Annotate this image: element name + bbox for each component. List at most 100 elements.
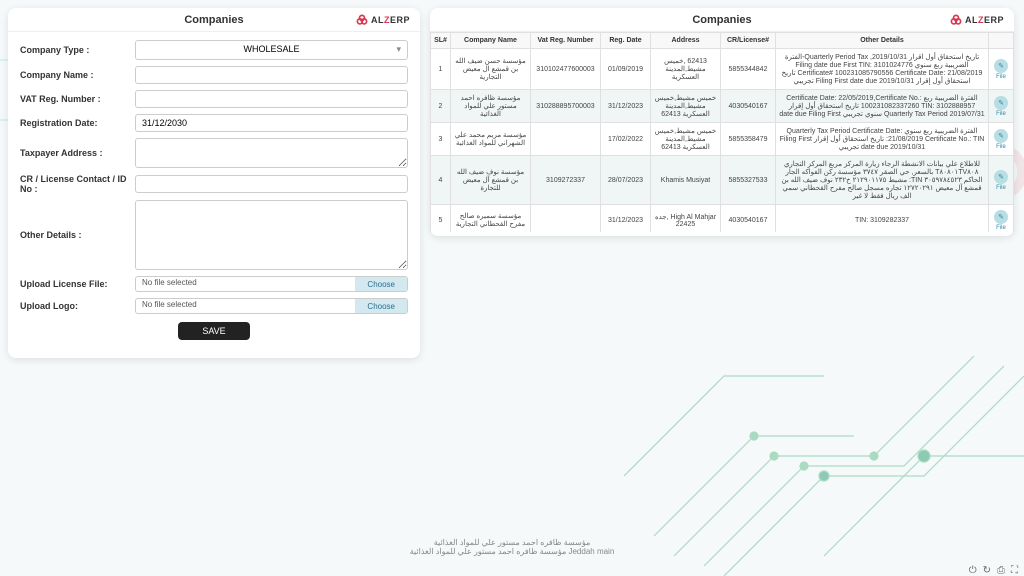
cell-cr: 4030540167 xyxy=(721,205,776,233)
cell-vat xyxy=(531,123,601,156)
save-button[interactable]: SAVE xyxy=(178,322,249,340)
footer: مؤسسة ظافره احمد مستور علي للمواد الغذائ… xyxy=(0,538,1024,556)
cell-vat xyxy=(531,205,601,233)
companies-form-panel: Companies ALZERP Company Type : WHOLESAL… xyxy=(8,8,420,358)
cell-addr: Khamis Musiyat xyxy=(651,156,721,205)
cell-actions: ✎File xyxy=(989,156,1014,205)
status-bar: ⏻ ↻ ⎙ ⛶ xyxy=(969,565,1018,576)
cell-vat: 310102477600003 xyxy=(531,49,601,90)
cr-license-label: CR / License Contact / ID No : xyxy=(20,174,135,194)
cr-license-input[interactable] xyxy=(135,175,408,193)
th-reg: Reg. Date xyxy=(601,33,651,49)
registration-date-label: Registration Date: xyxy=(20,118,135,128)
cell-other: TIN: 3109282337 xyxy=(776,205,989,233)
cell-cr: 5855344842 xyxy=(721,49,776,90)
cell-vat: 3109272337 xyxy=(531,156,601,205)
expand-icon[interactable]: ⛶ xyxy=(1011,565,1018,576)
other-details-input[interactable] xyxy=(135,200,408,270)
brand-logo-right: ALZERP xyxy=(949,13,1004,27)
brand-logo-icon-right xyxy=(949,13,963,27)
cell-name: مؤسسة مريم محمد علي الشهراني للمواد الغذ… xyxy=(451,123,531,156)
vat-reg-input[interactable] xyxy=(135,90,408,108)
table-row[interactable]: 1مؤسسة حسن ضيف الله بن قمشع ال معيض التج… xyxy=(431,49,1014,90)
other-details-label: Other Details : xyxy=(20,230,135,240)
cell-addr: خميس مشيط,خميس مشيط,المدينة العسكرية 624… xyxy=(651,123,721,156)
cell-reg: 28/07/2023 xyxy=(601,156,651,205)
vat-reg-label: VAT Reg. Number : xyxy=(20,94,135,104)
table-row[interactable]: 2مؤسسة ظافره احمد مستور علي للمواد الغذا… xyxy=(431,90,1014,123)
cell-reg: 31/12/2023 xyxy=(601,90,651,123)
cell-other: للاطلاع علي بيانات الانشطة الرجاء زيارة … xyxy=(776,156,989,205)
file-link[interactable]: File xyxy=(992,111,1010,117)
cell-reg: 01/09/2019 xyxy=(601,49,651,90)
cell-actions: ✎File xyxy=(989,90,1014,123)
th-vat: Vat Reg. Number xyxy=(531,33,601,49)
edit-icon[interactable]: ✎ xyxy=(994,129,1008,143)
cell-sl: 4 xyxy=(431,156,451,205)
cell-name: مؤسسة حسن ضيف الله بن قمشع ال معيض التجا… xyxy=(451,49,531,90)
table-row[interactable]: 5مؤسسة سميره صالح مفرح القحطاني التجارية… xyxy=(431,205,1014,233)
th-sl: SL# xyxy=(431,33,451,49)
company-type-label: Company Type : xyxy=(20,45,135,55)
companies-table-panel: Companies ALZERP SL# Company Name Vat Re… xyxy=(430,8,1014,236)
table-row[interactable]: 3مؤسسة مريم محمد علي الشهراني للمواد الغ… xyxy=(431,123,1014,156)
edit-icon[interactable]: ✎ xyxy=(994,59,1008,73)
th-addr: Address xyxy=(651,33,721,49)
cell-other: تاريخ استحقاق أول اقرار 2019/10/31, Quar… xyxy=(776,49,989,90)
cell-actions: ✎File xyxy=(989,49,1014,90)
company-name-label: Company Name : xyxy=(20,70,135,80)
cell-sl: 1 xyxy=(431,49,451,90)
cell-other: الفترة الضريبية ربع سنوي Quarterly Tax P… xyxy=(776,123,989,156)
footer-line1: مؤسسة ظافره احمد مستور علي للمواد الغذائ… xyxy=(0,538,1024,547)
taxpayer-address-input[interactable] xyxy=(135,138,408,168)
table-panel-title: Companies xyxy=(440,14,1004,26)
th-company: Company Name xyxy=(451,33,531,49)
file-link[interactable]: File xyxy=(992,185,1010,191)
logo-choose-button[interactable]: Choose xyxy=(355,299,407,313)
cell-addr: خميس مشيط,خميس مشيط,المدينة العسكرية 624… xyxy=(651,90,721,123)
cell-sl: 5 xyxy=(431,205,451,233)
cell-name: مؤسسة سميره صالح مفرح القحطاني التجارية xyxy=(451,205,531,233)
th-cr: CR/License# xyxy=(721,33,776,49)
companies-table-wrap[interactable]: SL# Company Name Vat Reg. Number Reg. Da… xyxy=(430,32,1014,232)
form-panel-title: Companies xyxy=(18,14,410,26)
cell-actions: ✎File xyxy=(989,123,1014,156)
cell-name: مؤسسة ظافره احمد مستور علي للمواد الغذائ… xyxy=(451,90,531,123)
edit-icon[interactable]: ✎ xyxy=(994,170,1008,184)
cell-reg: 31/12/2023 xyxy=(601,205,651,233)
cell-sl: 3 xyxy=(431,123,451,156)
file-link[interactable]: File xyxy=(992,74,1010,80)
brand-logo-icon xyxy=(355,13,369,27)
th-actions xyxy=(989,33,1014,49)
cell-vat: 310288895700003 xyxy=(531,90,601,123)
table-row[interactable]: 4مؤسسة نوف ضيف الله بن قمشع آل معيض للتج… xyxy=(431,156,1014,205)
printer-icon[interactable]: ⎙ xyxy=(997,565,1005,576)
power-icon[interactable]: ⏻ xyxy=(969,565,977,576)
cell-reg: 17/02/2022 xyxy=(601,123,651,156)
company-type-select[interactable]: WHOLESALE xyxy=(135,40,408,60)
th-other: Other Details xyxy=(776,33,989,49)
cell-actions: ✎File xyxy=(989,205,1014,233)
company-name-input[interactable] xyxy=(135,66,408,84)
cell-addr: High Al Mahjar ,جده 22425 xyxy=(651,205,721,233)
cell-other: الفترة الضريبية ربع Certificate Date: 22… xyxy=(776,90,989,123)
cell-cr: 5855358479 xyxy=(721,123,776,156)
circuit-decoration xyxy=(624,176,1024,576)
file-link[interactable]: File xyxy=(992,144,1010,150)
brand-logo: ALZERP xyxy=(355,13,410,27)
cell-cr: 4030540167 xyxy=(721,90,776,123)
cell-sl: 2 xyxy=(431,90,451,123)
footer-line2: Jeddah main مؤسسة ظافره احمد مستور علي ل… xyxy=(0,547,1024,556)
edit-icon[interactable]: ✎ xyxy=(994,96,1008,110)
refresh-icon[interactable]: ↻ xyxy=(983,565,991,576)
cell-name: مؤسسة نوف ضيف الله بن قمشع آل معيض للتجا… xyxy=(451,156,531,205)
taxpayer-address-label: Taxpayer Address : xyxy=(20,148,135,158)
license-choose-button[interactable]: Choose xyxy=(355,277,407,291)
edit-icon[interactable]: ✎ xyxy=(994,210,1008,224)
cell-addr: 62413 ,خميس مشيط,المدينة العسكرية xyxy=(651,49,721,90)
registration-date-input[interactable] xyxy=(135,114,408,132)
logo-file-text: No file selected xyxy=(136,299,355,313)
upload-logo-label: Upload Logo: xyxy=(20,301,135,311)
companies-table: SL# Company Name Vat Reg. Number Reg. Da… xyxy=(430,32,1014,232)
file-link[interactable]: File xyxy=(992,225,1010,231)
